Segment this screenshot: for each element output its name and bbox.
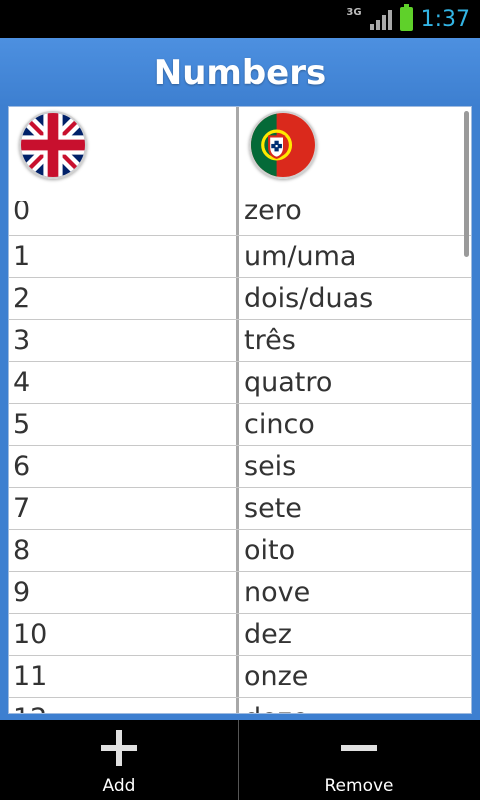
portuguese-cell: onze [244,661,309,692]
remove-button-label: Remove [324,776,394,796]
battery-icon [399,4,413,31]
english-cell: 11 [13,661,48,692]
table-row[interactable]: 8 oito [9,529,471,571]
english-cell: 8 [13,535,31,566]
header-cell-portuguese [239,107,471,201]
table-row[interactable]: 3 três [9,319,471,361]
portuguese-cell: oito [244,535,296,566]
english-cell: 7 [13,493,31,524]
list-scrollbar[interactable] [464,111,469,257]
portuguese-cell: zero [244,201,302,226]
network-type-label: 3G [346,6,362,18]
content-frame: 0 zero 1 um/uma 2 dois/duas 3 três 4 qua… [0,106,480,720]
minus-icon [339,728,379,768]
english-cell: 4 [13,367,31,398]
status-bar: 3G 1:37 [0,0,480,38]
remove-button[interactable]: Remove [239,720,479,800]
portugal-flag-icon[interactable] [249,111,317,179]
word-list[interactable]: 0 zero 1 um/uma 2 dois/duas 3 três 4 qua… [8,106,472,714]
english-cell: 10 [13,619,48,650]
portuguese-cell: sete [244,493,302,524]
english-cell: 2 [13,283,31,314]
table-row[interactable]: 2 dois/duas [9,277,471,319]
word-rows: 0 zero 1 um/uma 2 dois/duas 3 três 4 qua… [9,201,471,713]
english-cell: 3 [13,325,31,356]
table-row[interactable]: 0 zero [9,201,471,235]
portuguese-cell: nove [244,577,311,608]
title-bar: Numbers [0,38,480,106]
status-icons: 3G 1:37 [346,0,470,38]
add-button-label: Add [102,776,136,796]
portuguese-cell: seis [244,451,297,482]
bottom-toolbar: Add Remove [0,720,480,800]
english-cell: 12 [9,698,239,713]
portuguese-cell: três [244,325,296,356]
table-row[interactable]: 12 doze [9,697,471,713]
portuguese-cell: doze [239,698,471,713]
portuguese-cell: quatro [244,367,333,398]
table-row[interactable]: 7 sete [9,487,471,529]
page-title: Numbers [153,53,327,93]
language-header-row [9,107,471,201]
header-cell-english [9,107,239,201]
english-cell: 0 [13,201,31,226]
portuguese-cell: dois/duas [244,283,374,314]
english-cell: 6 [13,451,31,482]
english-cell: 9 [13,577,31,608]
portuguese-cell: um/uma [244,241,357,272]
table-row[interactable]: 4 quatro [9,361,471,403]
english-cell: 5 [13,409,31,440]
table-row[interactable]: 5 cinco [9,403,471,445]
english-cell: 1 [13,241,31,272]
plus-icon [99,728,139,768]
table-row[interactable]: 10 dez [9,613,471,655]
table-row[interactable]: 9 nove [9,571,471,613]
portuguese-cell: dez [244,619,292,650]
uk-flag-icon[interactable] [19,111,87,179]
signal-icon [369,8,392,30]
table-row[interactable]: 6 seis [9,445,471,487]
add-button[interactable]: Add [0,720,239,800]
status-clock: 1:37 [420,6,470,32]
table-row[interactable]: 1 um/uma [9,235,471,277]
portuguese-cell: cinco [244,409,315,440]
table-row[interactable]: 11 onze [9,655,471,697]
